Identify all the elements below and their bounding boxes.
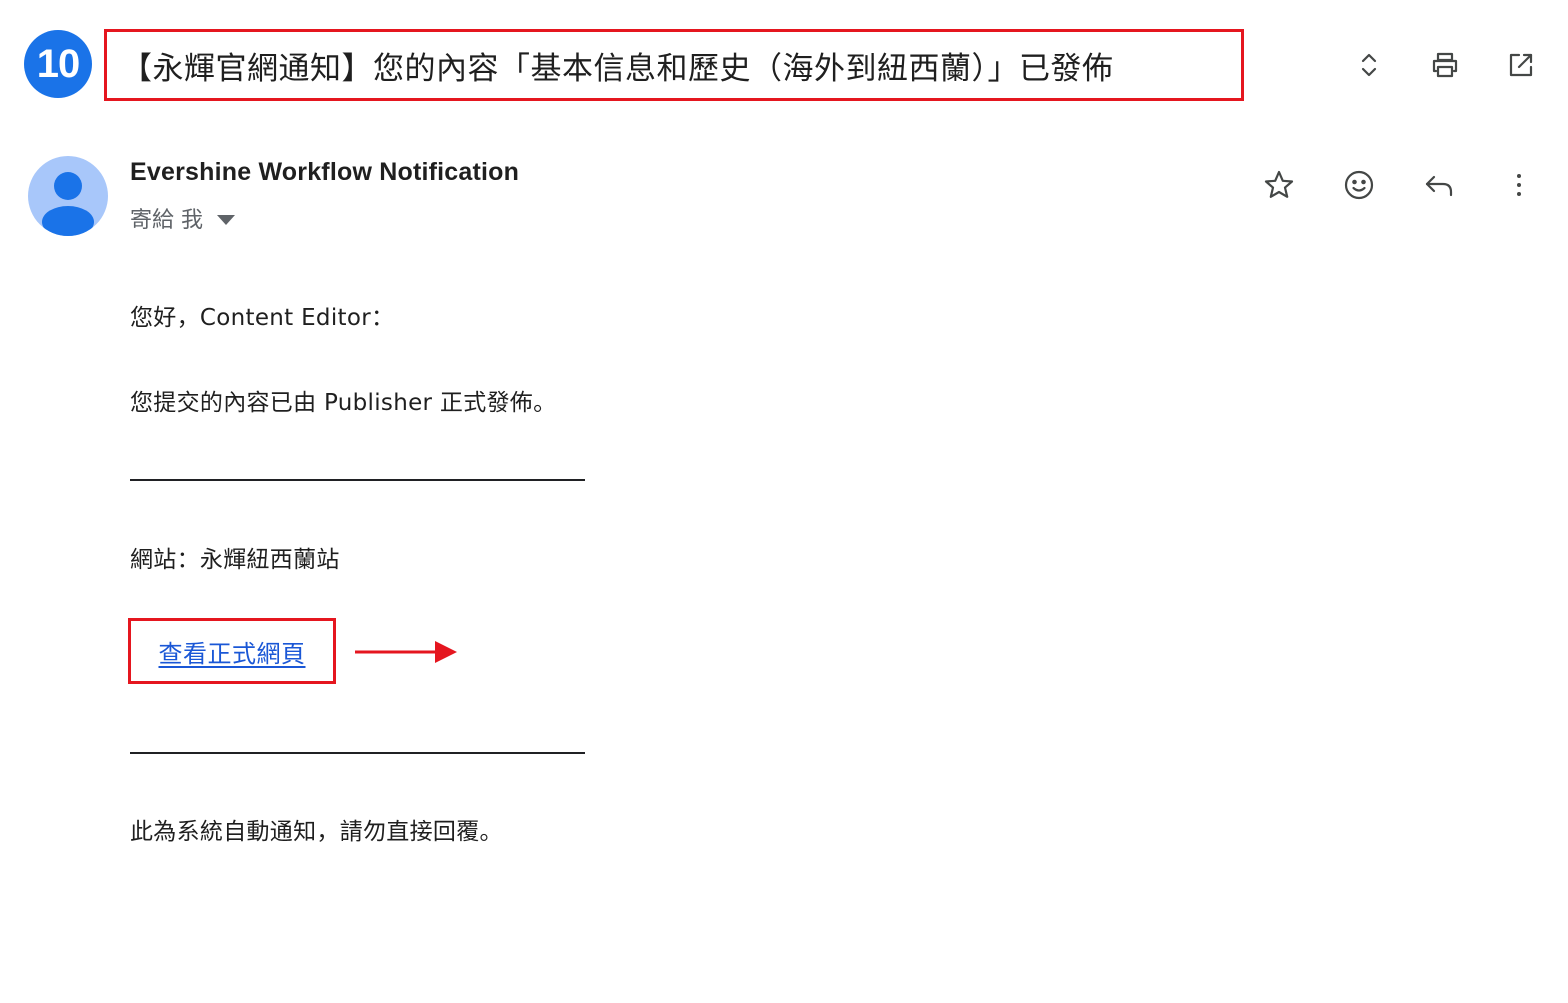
expand-collapse-icon[interactable] [1346,44,1392,86]
publish-message: 您提交的內容已由 Publisher 正式發佈。 [130,390,557,416]
thread-toolbar [1346,44,1544,86]
more-options-icon[interactable] [1496,164,1542,206]
reply-icon[interactable] [1416,164,1462,206]
step-number-badge: 10 [24,30,92,98]
site-line: 網站：永輝紐西蘭站 [130,547,340,573]
divider-top [130,479,585,481]
open-in-new-window-icon[interactable] [1498,44,1544,86]
recipient-label: 寄給 我 [130,208,203,233]
sender-name[interactable]: Evershine Workflow Notification [130,158,519,187]
message-actions [1256,164,1542,206]
chevron-down-icon[interactable] [217,214,235,225]
recipient-row: 寄給 我 [130,202,235,234]
view-live-page-link[interactable]: 查看正式網頁 [159,634,306,669]
divider-bottom [130,752,585,754]
pointer-arrow-icon [355,641,457,663]
emoji-reaction-icon[interactable] [1336,164,1382,206]
star-icon[interactable] [1256,164,1302,206]
sender-avatar [28,156,108,236]
greeting-text: 您好，Content Editor： [130,305,395,331]
subject-highlight-box: 【永輝官網通知】您的內容「基本信息和歷史（海外到紐西蘭）」已發佈 [104,29,1244,101]
link-highlight-box: 查看正式網頁 [128,618,336,684]
email-subject: 【永輝官網通知】您的內容「基本信息和歷史（海外到紐西蘭）」已發佈 [121,50,1114,87]
print-icon[interactable] [1422,44,1468,86]
footer-note: 此為系統自動通知，請勿直接回覆。 [130,819,503,845]
